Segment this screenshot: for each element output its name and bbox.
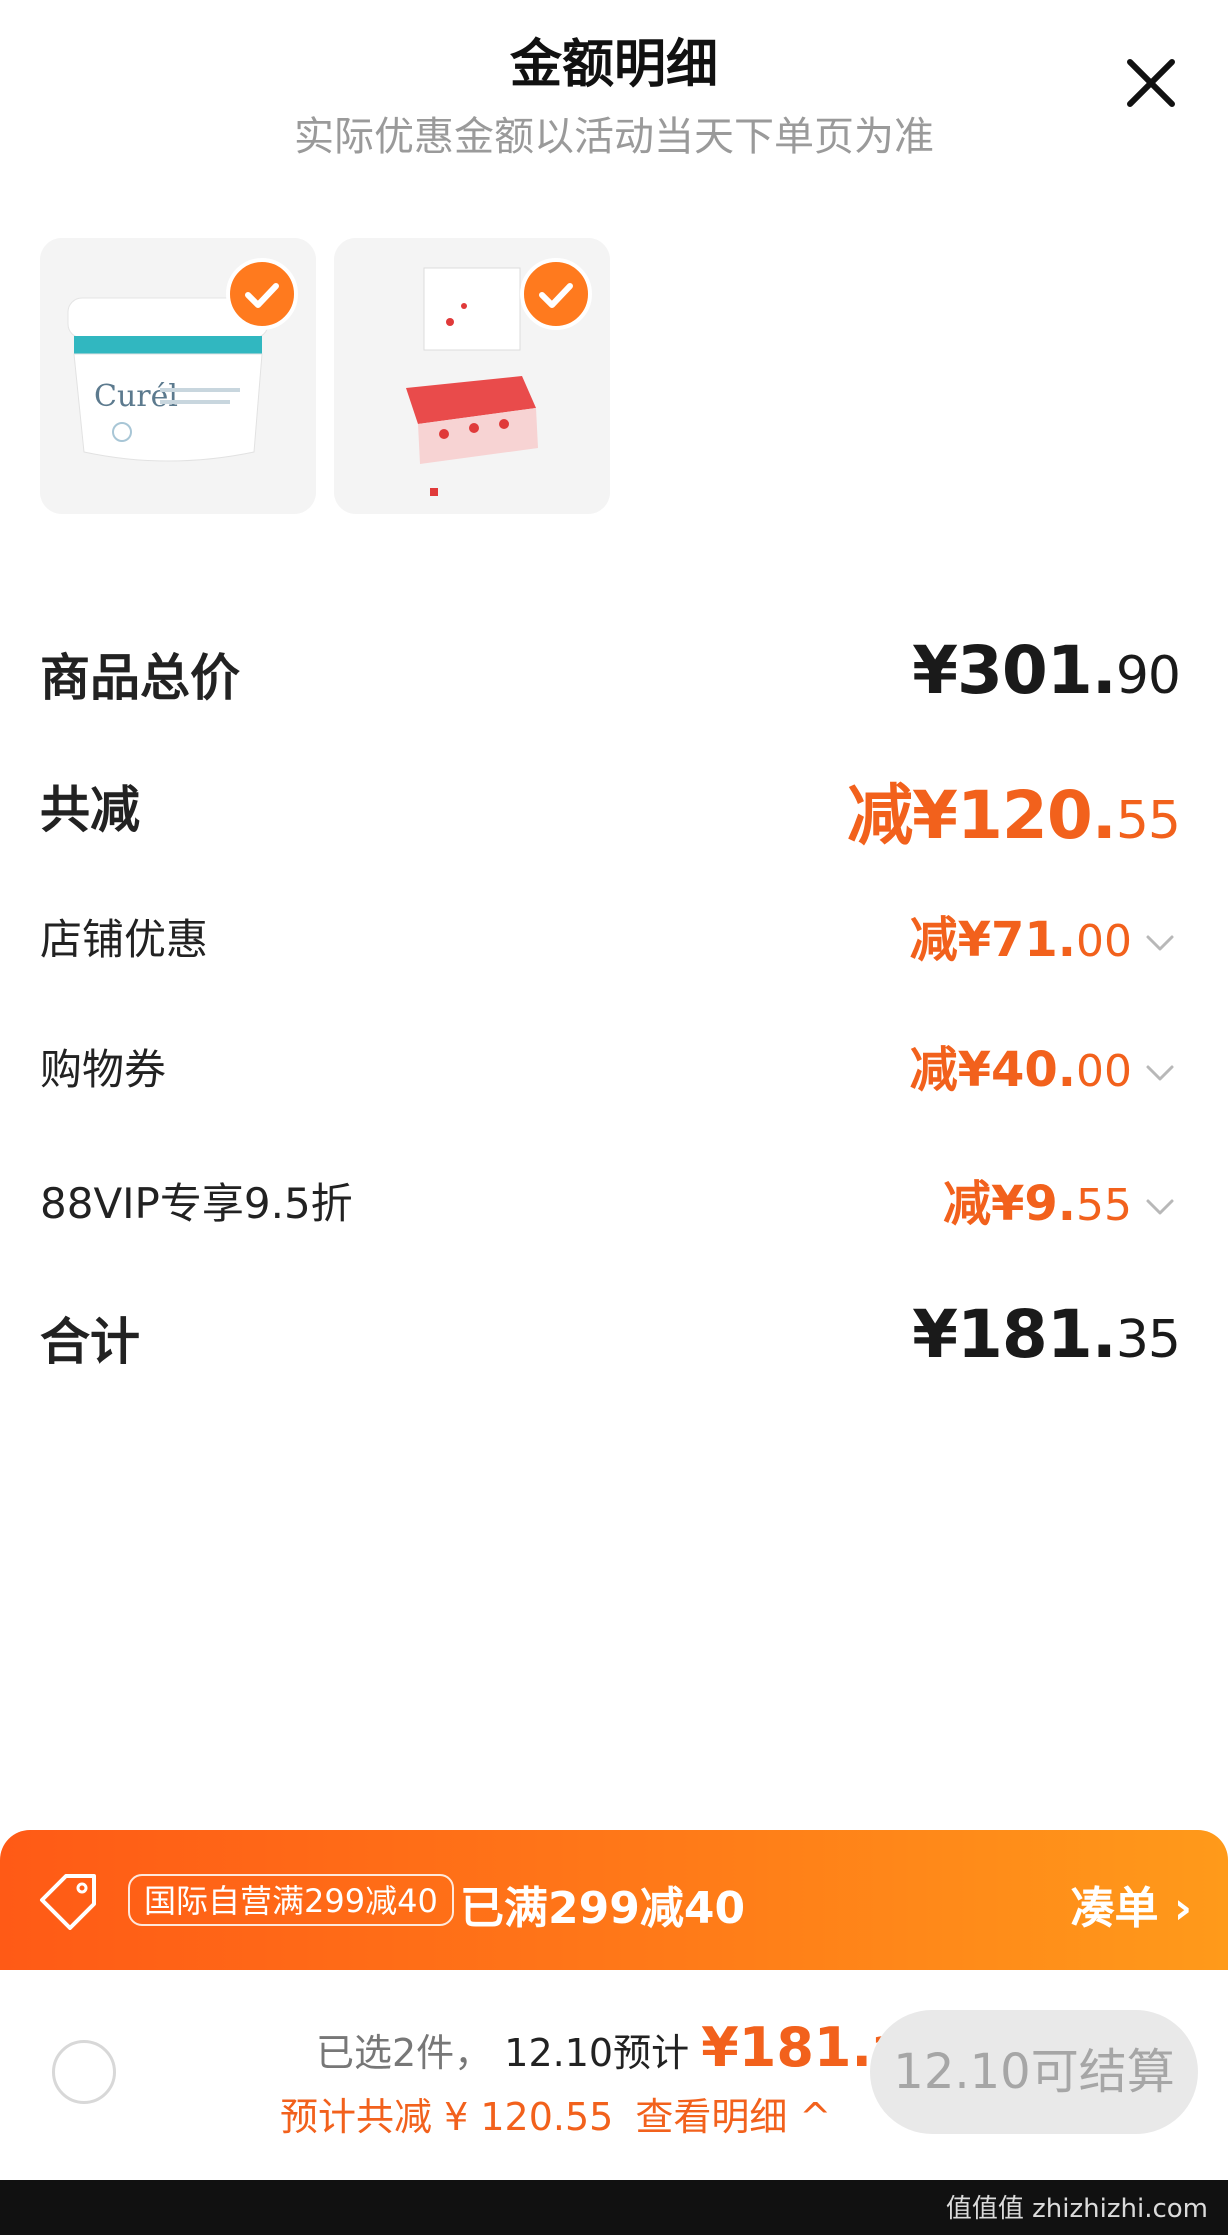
savings-summary: 预计共减 ¥ 120.55 查看明细 ^ — [280, 2086, 831, 2141]
sum-decimal: 35 — [1115, 1310, 1181, 1370]
row-vip-discount[interactable]: 88VIP专享9.5折 减¥9.55 — [40, 1164, 1180, 1232]
bottom-bar: 值值值 zhizhizhi.com — [0, 2180, 1228, 2235]
forecast-label: 12.10预计 — [504, 2031, 690, 2075]
savings-text: 预计共减 ¥ 120.55 — [280, 2095, 614, 2139]
shop-discount-main: 减¥71. — [909, 912, 1076, 968]
coupon-label: 购物券 — [40, 1045, 167, 1094]
row-total-reduction: 共减 减¥120.55 — [40, 762, 1181, 854]
svg-text:Curél: Curél — [94, 379, 178, 414]
coupon-value: 减¥40.00 — [910, 1030, 1180, 1100]
page-title: 金额明细 — [509, 35, 718, 95]
vip-discount-main: 减¥9. — [942, 1176, 1076, 1232]
chevron-down-icon — [1146, 935, 1174, 951]
total-price-decimal: 90 — [1115, 646, 1181, 706]
total-price-label: 商品总价 — [40, 649, 240, 707]
view-details-link[interactable]: 查看明细 ^ — [635, 2095, 831, 2139]
checkout-button[interactable]: 12.10可结算 — [870, 2010, 1198, 2134]
selected-count-text: 已选2件， — [316, 2031, 493, 2075]
shop-discount-label: 店铺优惠 — [40, 915, 209, 964]
close-icon — [1127, 59, 1175, 107]
forecast-price-main: ¥181. — [701, 2016, 872, 2079]
row-shop-discount[interactable]: 店铺优惠 减¥71.00 — [40, 900, 1180, 968]
total-reduction-label: 共减 — [40, 781, 140, 839]
shop-discount-value: 减¥71.00 — [910, 900, 1180, 970]
select-all-radio[interactable] — [52, 2040, 116, 2104]
chevron-down-icon — [1146, 1065, 1174, 1081]
total-price-value: ¥301.90 — [912, 632, 1181, 709]
total-reduction-value: 减¥120.55 — [847, 762, 1181, 858]
coupon-decimal: 00 — [1076, 1046, 1132, 1097]
page-subtitle: 实际优惠金额以活动当天下单页为准 — [294, 114, 934, 160]
watermark: 值值值 zhizhizhi.com — [945, 2194, 1208, 2224]
sum-main: ¥181. — [912, 1296, 1117, 1373]
promo-bar: 国际自营满299减40 已满299减40 凑单 › — [0, 1830, 1228, 1970]
selection-summary: 已选2件， 12.10预计 ¥181.35 — [316, 2016, 928, 2079]
vip-discount-decimal: 55 — [1076, 1180, 1132, 1231]
close-button[interactable] — [1120, 52, 1182, 114]
sum-label: 合计 — [40, 1313, 140, 1371]
checkout-footer: 已选2件， 12.10预计 ¥181.35 预计共减 ¥ 120.55 查看明细 … — [0, 1970, 1228, 2180]
promo-status: 已满299减40 — [460, 1883, 746, 1934]
chevron-down-icon — [1146, 1199, 1174, 1215]
coupon-main: 减¥40. — [909, 1042, 1076, 1098]
tag-icon — [40, 1874, 96, 1930]
check-icon — [539, 283, 573, 308]
add-items-link[interactable]: 凑单 › — [1071, 1872, 1192, 1936]
header: 金额明细 实际优惠金额以活动当天下单页为准 — [0, 0, 1228, 160]
product-thumb-cream[interactable]: Curél — [40, 238, 316, 514]
check-icon — [245, 283, 279, 308]
total-reduction-main: 减¥120. — [847, 777, 1117, 854]
vip-discount-value: 减¥9.55 — [943, 1164, 1180, 1234]
total-reduction-decimal: 55 — [1115, 791, 1181, 851]
product-selected-check[interactable] — [520, 258, 592, 330]
promo-badge: 国际自营满299减40 — [128, 1874, 454, 1926]
row-sum: 合计 ¥181.35 — [40, 1296, 1181, 1376]
product-selected-check[interactable] — [226, 258, 298, 330]
row-total-price: 商品总价 ¥301.90 — [40, 632, 1181, 712]
sum-value: ¥181.35 — [912, 1296, 1181, 1373]
product-thumb-box[interactable] — [334, 238, 610, 514]
vip-discount-label: 88VIP专享9.5折 — [40, 1179, 353, 1228]
row-coupon[interactable]: 购物券 减¥40.00 — [40, 1030, 1180, 1098]
total-price-main: ¥301. — [912, 632, 1117, 709]
shop-discount-decimal: 00 — [1076, 916, 1132, 967]
